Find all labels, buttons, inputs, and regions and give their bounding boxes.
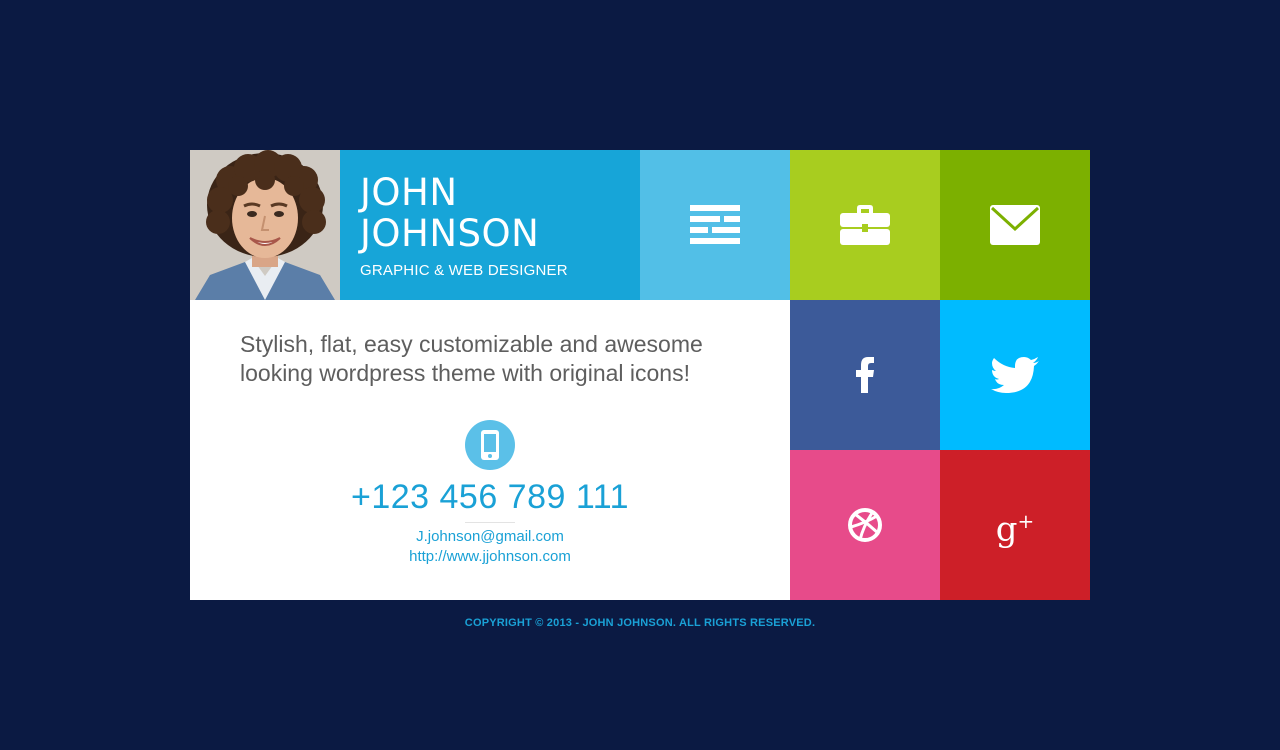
- facebook-icon: [856, 357, 874, 393]
- envelope-icon: [990, 205, 1040, 245]
- email-link[interactable]: J.johnson@gmail.com: [190, 528, 790, 545]
- profile-first-name: JOHN: [360, 171, 458, 214]
- profile-header: JOHN JOHNSON GRAPHIC & WEB DESIGNER: [340, 150, 640, 300]
- profile-photo: [190, 150, 340, 300]
- phone-number[interactable]: +123 456 789 111: [190, 478, 790, 517]
- intro-panel: Stylish, flat, easy customizable and awe…: [190, 300, 790, 600]
- business-card: JOHN JOHNSON GRAPHIC & WEB DESIGNER g+ S…: [190, 150, 1090, 600]
- briefcase-icon: [840, 205, 890, 245]
- twitter-icon: [991, 357, 1039, 393]
- website-link[interactable]: http://www.jjohnson.com: [190, 548, 790, 565]
- portfolio-tile[interactable]: [790, 150, 940, 300]
- phone-icon-badge: [465, 420, 515, 470]
- twitter-tile[interactable]: [940, 300, 1090, 450]
- menu-tile[interactable]: [640, 150, 790, 300]
- profile-last-name: JOHNSON: [360, 212, 540, 255]
- copyright-text: COPYRIGHT © 2013 - JOHN JOHNSON. ALL RIG…: [464, 617, 816, 629]
- dribbble-icon: [848, 508, 882, 542]
- menu-icon: [690, 205, 740, 244]
- contact-divider: [465, 522, 515, 523]
- mail-tile[interactable]: [940, 150, 1090, 300]
- tagline: Stylish, flat, easy customizable and awe…: [240, 331, 703, 386]
- profile-role: GRAPHIC & WEB DESIGNER: [360, 262, 568, 279]
- google-plus-tile[interactable]: g+: [940, 450, 1090, 600]
- dribbble-tile[interactable]: [790, 450, 940, 600]
- mobile-phone-icon: [481, 430, 499, 460]
- google-plus-icon: g+: [995, 508, 1035, 550]
- facebook-tile[interactable]: [790, 300, 940, 450]
